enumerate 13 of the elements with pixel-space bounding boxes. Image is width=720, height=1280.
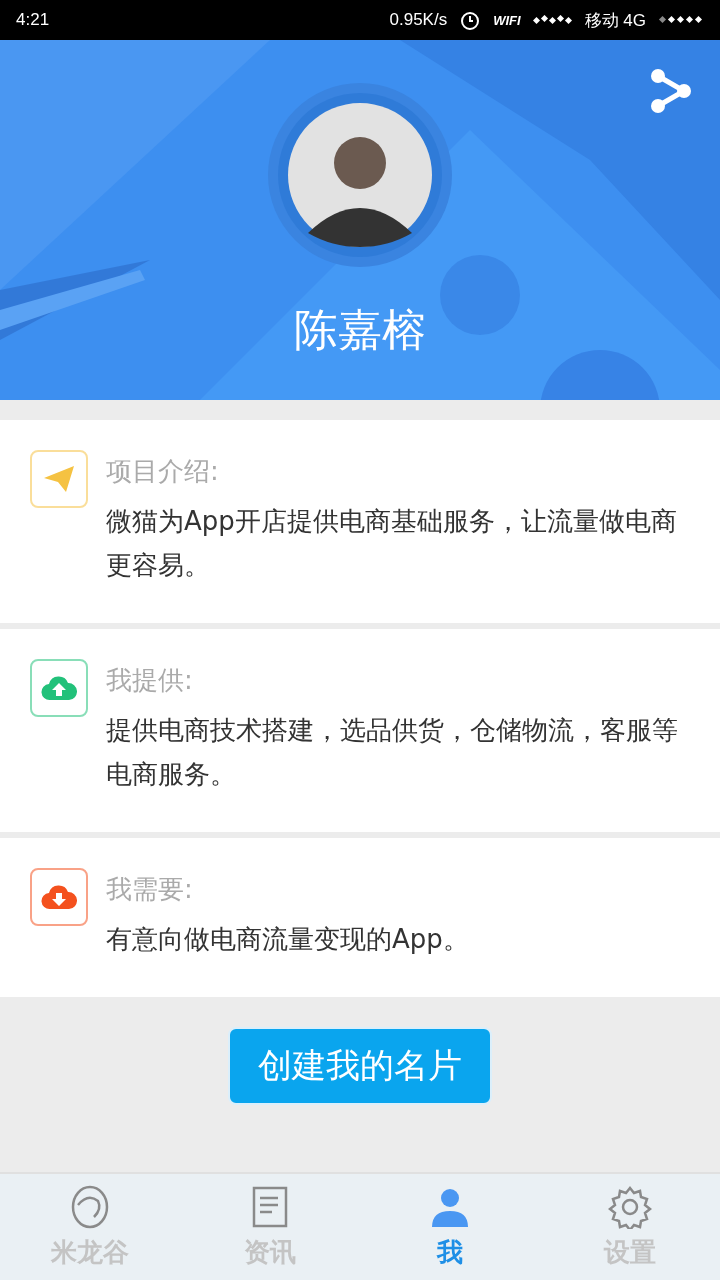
carrier-label: 移动 4G bbox=[584, 9, 646, 32]
network-speed: 0.95K/s bbox=[389, 10, 448, 30]
section-title: 我需要: bbox=[106, 873, 194, 906]
profile-name: 陈嘉榕 bbox=[294, 303, 426, 357]
section-text: 微猫为App开店提供电商基础服务，让流量做电商更容易。 bbox=[106, 505, 678, 582]
section-text: 有意向做电商流量变现的App。 bbox=[106, 923, 469, 956]
section-title: 项目介绍: bbox=[106, 455, 220, 488]
section-text: 提供电商技术搭建，选品供货，仓储物流，客服等电商服务。 bbox=[106, 714, 679, 791]
clock-time: 4:21 bbox=[16, 10, 50, 30]
create-card-button[interactable]: 创建我的名片 bbox=[228, 1027, 492, 1105]
wifi-label: WIFI bbox=[493, 12, 521, 28]
section-title: 我提供: bbox=[106, 664, 194, 697]
tab[interactable]: 我 bbox=[360, 1174, 540, 1280]
